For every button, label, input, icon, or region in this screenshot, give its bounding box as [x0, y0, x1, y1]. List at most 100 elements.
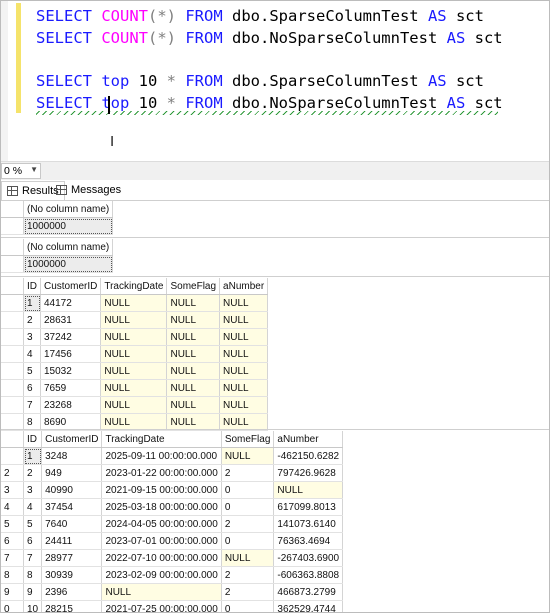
result-grid-3[interactable]: ID CustomerID TrackingDate SomeFlag aNum… — [1, 278, 269, 431]
table-row[interactable]: 4 4 37454 2025-03-18 00:00:00.000 0 617099.80… — [1, 498, 344, 516]
table-cell[interactable]: NULL — [219, 413, 269, 431]
row-number[interactable] — [1, 396, 24, 414]
table-row[interactable]: 6 6 24411 2023-07-01 00:00:00.000 0 76363.469… — [1, 532, 344, 550]
table-cell[interactable]: 9 — [23, 583, 43, 601]
table-row[interactable]: 3 37242 NULL NULL NULL — [1, 328, 269, 346]
table-cell[interactable]: NULL — [221, 447, 275, 465]
row-number[interactable]: 5 — [1, 515, 24, 533]
table-cell[interactable]: NULL — [219, 311, 269, 329]
table-cell[interactable]: 3 — [23, 481, 43, 499]
table-cell[interactable]: 617099.8013 — [273, 498, 344, 516]
row-number[interactable] — [1, 379, 24, 397]
table-cell[interactable]: 362529.4744 — [273, 600, 344, 612]
column-header-someflag[interactable]: SomeFlag — [221, 431, 275, 448]
table-cell[interactable]: 1000000 — [23, 255, 114, 273]
table-cell[interactable]: NULL — [166, 413, 221, 431]
table-cell[interactable]: NULL — [166, 362, 221, 380]
table-cell[interactable]: 15032 — [40, 362, 102, 380]
table-cell[interactable]: 2024-04-05 00:00:00.000 — [101, 515, 222, 533]
code-line-2[interactable]: SELECT COUNT(*) FROM dbo.NoSparseColumnT… — [36, 28, 503, 48]
table-cell[interactable]: 3 — [23, 328, 41, 346]
table-cell[interactable]: NULL — [219, 379, 269, 397]
row-number[interactable] — [1, 413, 24, 431]
table-cell[interactable]: 2 — [221, 566, 275, 584]
table-row[interactable]: 3 3 40990 2021-09-15 00:00:00.000 0 NULL — [1, 481, 344, 499]
table-row[interactable]: 8 8 30939 2023-02-09 00:00:00.000 2 -606363.8… — [1, 566, 344, 584]
table-cell[interactable]: 7659 — [40, 379, 102, 397]
grid-divider[interactable] — [1, 429, 549, 430]
table-cell[interactable]: 2396 — [41, 583, 103, 601]
table-cell[interactable]: 2025-03-18 00:00:00.000 — [101, 498, 222, 516]
table-cell[interactable]: 2 — [23, 311, 41, 329]
table-cell[interactable]: 44172 — [40, 294, 102, 312]
row-number[interactable]: 4 — [1, 498, 24, 516]
table-row[interactable]: 6 7659 NULL NULL NULL — [1, 379, 269, 397]
table-cell[interactable]: NULL — [273, 481, 344, 499]
column-header-trackingdate[interactable]: TrackingDate — [100, 278, 168, 295]
table-cell[interactable]: 0 — [221, 600, 275, 612]
table-row[interactable]: 0 10 28215 2021-07-25 00:00:00.000 0 362529.4… — [1, 600, 344, 612]
table-cell[interactable]: 8 — [23, 413, 41, 431]
row-number[interactable] — [1, 328, 24, 346]
table-cell[interactable]: 797426.9628 — [273, 464, 344, 482]
table-cell[interactable]: 7 — [23, 396, 41, 414]
table-cell[interactable]: 2023-07-01 00:00:00.000 — [101, 532, 222, 550]
table-cell[interactable]: 23268 — [40, 396, 102, 414]
table-cell[interactable]: 8 — [23, 566, 43, 584]
row-number[interactable] — [1, 345, 24, 363]
column-header-id[interactable]: ID — [23, 278, 41, 295]
row-number[interactable] — [1, 362, 24, 380]
table-cell[interactable]: NULL — [219, 345, 269, 363]
column-header-trackingdate[interactable]: TrackingDate — [101, 431, 222, 448]
table-cell[interactable]: 2 — [221, 464, 275, 482]
table-cell[interactable]: -462150.6282 — [273, 447, 344, 465]
row-header-corner[interactable] — [1, 201, 24, 218]
table-cell[interactable]: 17456 — [40, 345, 102, 363]
row-number[interactable] — [1, 217, 24, 235]
table-cell[interactable]: 0 — [221, 481, 275, 499]
table-cell[interactable]: NULL — [219, 328, 269, 346]
table-cell[interactable]: NULL — [100, 294, 168, 312]
column-header-customerid[interactable]: CustomerID — [41, 431, 103, 448]
table-cell[interactable]: NULL — [100, 396, 168, 414]
table-cell[interactable]: 37242 — [40, 328, 102, 346]
table-cell[interactable]: -606363.8808 — [273, 566, 344, 584]
table-cell[interactable]: 2022-07-10 00:00:00.000 — [101, 549, 222, 567]
query-editor[interactable]: SELECT COUNT(*) FROM dbo.SparseColumnTes… — [1, 1, 549, 161]
table-cell[interactable]: 28215 — [41, 600, 103, 612]
row-number[interactable]: 9 — [1, 583, 24, 601]
table-row[interactable]: 1 3248 2025-09-11 00:00:00.000 NULL -462150.… — [1, 447, 344, 465]
table-cell[interactable]: 4 — [23, 345, 41, 363]
column-header[interactable]: (No column name) — [23, 239, 114, 256]
table-cell[interactable]: 6 — [23, 379, 41, 397]
table-cell[interactable]: NULL — [101, 583, 222, 601]
table-row[interactable]: 4 17456 NULL NULL NULL — [1, 345, 269, 363]
row-number[interactable]: 0 — [1, 600, 24, 612]
table-row[interactable]: 5 5 7640 2024-04-05 00:00:00.000 2 141073.614… — [1, 515, 344, 533]
table-cell[interactable]: NULL — [166, 311, 221, 329]
table-cell[interactable]: 28631 — [40, 311, 102, 329]
table-row[interactable]: 9 9 2396 NULL 2 466873.2799 — [1, 583, 344, 601]
table-row[interactable]: 8 8690 NULL NULL NULL — [1, 413, 269, 431]
table-cell[interactable]: 1 — [23, 447, 43, 465]
column-header[interactable]: (No column name) — [23, 201, 114, 218]
table-cell[interactable]: NULL — [100, 413, 168, 431]
grid-divider[interactable] — [1, 237, 549, 238]
column-header-id[interactable]: ID — [23, 431, 43, 448]
table-cell[interactable]: NULL — [100, 311, 168, 329]
table-cell[interactable]: 2025-09-11 00:00:00.000 — [101, 447, 222, 465]
table-cell[interactable]: 5 — [23, 362, 41, 380]
table-cell[interactable]: 1 — [23, 294, 41, 312]
code-line-1[interactable]: SELECT COUNT(*) FROM dbo.SparseColumnTes… — [36, 6, 484, 26]
table-cell[interactable]: 141073.6140 — [273, 515, 344, 533]
table-row[interactable]: 2 2 949 2023-01-22 00:00:00.000 2 797426.9628 — [1, 464, 344, 482]
table-cell[interactable]: 2 — [23, 464, 43, 482]
table-cell[interactable]: NULL — [100, 328, 168, 346]
table-cell[interactable]: 30939 — [41, 566, 103, 584]
row-number[interactable]: 2 — [1, 464, 24, 482]
table-cell[interactable]: 2023-01-22 00:00:00.000 — [101, 464, 222, 482]
table-cell[interactable]: 7 — [23, 549, 43, 567]
row-number[interactable] — [1, 311, 24, 329]
table-cell[interactable]: 2023-02-09 00:00:00.000 — [101, 566, 222, 584]
table-cell[interactable]: 24411 — [41, 532, 103, 550]
